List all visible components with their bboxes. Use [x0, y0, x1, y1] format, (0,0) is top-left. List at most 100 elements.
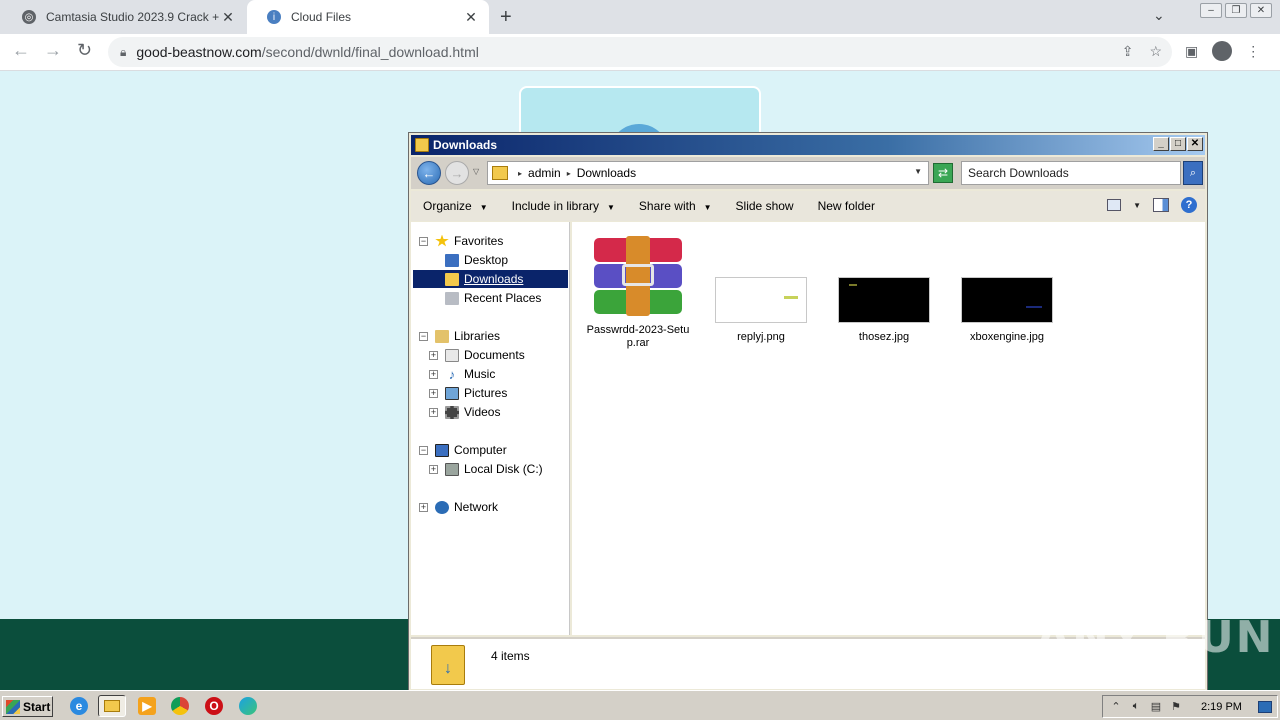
organize-menu[interactable]: Organize ▼ — [411, 199, 500, 213]
show-desktop-icon[interactable] — [1257, 700, 1272, 713]
nav-pictures[interactable]: + Pictures — [429, 384, 507, 402]
file-item[interactable]: Passwrdd-2023-Setup.rar — [583, 236, 693, 350]
include-in-library-menu[interactable]: Include in library ▼ — [500, 199, 627, 213]
nav-favorites[interactable]: − Favorites — [419, 232, 503, 250]
expand-icon[interactable]: + — [429, 464, 438, 474]
expand-icon[interactable]: + — [429, 350, 438, 360]
file-item[interactable]: xboxengine.jpg — [952, 277, 1062, 344]
action-center-flag-icon[interactable]: ⚑ — [1169, 700, 1183, 713]
expand-icon[interactable]: + — [429, 388, 438, 398]
explorer-titlebar[interactable]: Downloads _ □ ✕ — [411, 135, 1205, 155]
collapse-icon[interactable]: − — [419, 445, 428, 455]
nav-downloads[interactable]: Downloads — [413, 270, 568, 288]
change-view-icon[interactable] — [1107, 199, 1122, 211]
address-bar[interactable]: 🔒︎ good-beastnow.com/second/dwnld/final_… — [108, 37, 1172, 67]
file-item[interactable]: thosez.jpg — [829, 277, 939, 344]
slide-show-button[interactable]: Slide show — [724, 199, 806, 213]
browser-tab-strip: ◎ Camtasia Studio 2023.9 Crack + Ser ✕ i… — [0, 0, 1280, 34]
new-folder-button[interactable]: New folder — [806, 199, 887, 213]
reload-icon[interactable]: ↻ — [77, 40, 92, 61]
search-icon[interactable]: ⌕ — [1183, 161, 1203, 185]
forward-button[interactable]: → — [445, 161, 469, 185]
search-input[interactable]: Search Downloads — [961, 161, 1181, 185]
breadcrumb[interactable]: ▸ admin ▸ Downloads ▼ — [487, 161, 929, 185]
collapse-icon[interactable]: − — [419, 236, 428, 246]
nav-computer[interactable]: − Computer — [419, 441, 507, 459]
folder-icon — [415, 138, 429, 152]
media-player-icon[interactable]: ▶ — [138, 697, 156, 715]
explorer-taskbar-button[interactable] — [98, 695, 126, 717]
close-button[interactable]: ✕ — [1187, 137, 1203, 151]
nav-local-disk[interactable]: + Local Disk (C:) — [429, 460, 543, 478]
share-with-menu[interactable]: Share with ▼ — [627, 199, 724, 213]
downloads-folder-icon — [492, 166, 508, 180]
file-item[interactable]: replyj.png — [706, 277, 816, 344]
globe-icon: ◎ — [22, 10, 36, 24]
lock-icon[interactable]: 🔒︎ — [120, 45, 126, 60]
volume-icon[interactable]: 🔈︎ — [1129, 700, 1143, 713]
nav-label: Computer — [454, 443, 507, 457]
restore-button[interactable]: ❐ — [1225, 3, 1247, 18]
edge-icon[interactable] — [239, 697, 257, 715]
nav-documents[interactable]: + Documents — [429, 346, 525, 364]
chrome-icon[interactable] — [171, 697, 189, 715]
minimize-button[interactable]: – — [1200, 3, 1222, 18]
new-tab-button[interactable]: + — [500, 6, 512, 29]
bookmark-star-icon[interactable]: ☆ — [1149, 43, 1162, 60]
pictures-icon — [445, 386, 459, 400]
internet-explorer-icon[interactable]: e — [70, 697, 88, 715]
back-arrow-icon[interactable]: ← — [12, 40, 30, 61]
close-tab-icon[interactable]: ✕ — [220, 9, 236, 26]
side-panel-icon[interactable]: ▣ — [1185, 43, 1198, 61]
anyrun-watermark: ANY RUN — [1036, 612, 1275, 663]
tab-camtasia[interactable]: ◎ Camtasia Studio 2023.9 Crack + Ser ✕ — [2, 0, 246, 34]
clock[interactable]: 2:19 PM — [1201, 701, 1242, 713]
computer-icon — [435, 443, 449, 457]
start-button[interactable]: Start — [2, 696, 53, 717]
nav-desktop[interactable]: Desktop — [429, 251, 508, 269]
recent-pages-chevron-icon[interactable]: ▽ — [473, 167, 479, 176]
breadcrumb-downloads[interactable]: Downloads — [577, 166, 636, 180]
cmd-label: Include in library — [511, 199, 599, 213]
nav-label: Network — [454, 500, 499, 514]
nav-network[interactable]: + Network — [419, 498, 498, 516]
expand-icon[interactable]: + — [419, 502, 428, 512]
dropdown-arrow-icon: ▼ — [479, 203, 488, 212]
help-icon[interactable]: ? — [1181, 197, 1197, 213]
expand-icon[interactable]: + — [429, 407, 438, 417]
opera-icon[interactable]: O — [205, 697, 223, 715]
nav-label: Desktop — [464, 253, 509, 267]
url-path: /second/dwnld/final_download.html — [261, 44, 479, 60]
expand-icon[interactable]: + — [429, 369, 438, 379]
close-window-button[interactable]: ✕ — [1250, 3, 1272, 18]
close-tab-icon[interactable]: ✕ — [463, 9, 479, 26]
share-icon[interactable]: ⇪ — [1122, 43, 1134, 60]
minimize-button[interactable]: _ — [1153, 137, 1169, 151]
profile-avatar-icon[interactable] — [1212, 41, 1233, 61]
nav-recent-places[interactable]: Recent Places — [429, 289, 541, 307]
breadcrumb-admin[interactable]: admin — [528, 166, 561, 180]
nav-videos[interactable]: + Videos — [429, 403, 500, 421]
refresh-button[interactable]: ⇄ — [933, 163, 953, 183]
videos-icon — [445, 405, 459, 419]
tab-cloud-files[interactable]: i Cloud Files ✕ — [247, 0, 489, 34]
address-dropdown-icon[interactable]: ▼ — [914, 167, 922, 176]
collapse-icon[interactable]: − — [419, 331, 428, 341]
tab-search-chevron-icon[interactable]: ⌄ — [1153, 7, 1165, 24]
network-icon — [435, 500, 449, 514]
nav-libraries[interactable]: − Libraries — [419, 327, 500, 345]
nav-music[interactable]: + ♪ Music — [429, 365, 495, 383]
tab-title: Camtasia Studio 2023.9 Crack + Ser — [46, 10, 220, 24]
breadcrumb-separator-icon[interactable]: ▸ — [518, 169, 522, 178]
maximize-button[interactable]: □ — [1170, 137, 1186, 151]
url-text[interactable]: good-beastnow.com/second/dwnld/final_dow… — [136, 44, 478, 60]
show-hidden-icons-icon[interactable]: ⌃ — [1109, 700, 1123, 713]
menu-kebab-icon[interactable]: ⋮ — [1246, 43, 1260, 61]
breadcrumb-separator-icon[interactable]: ▸ — [567, 169, 571, 178]
preview-pane-icon[interactable] — [1153, 198, 1169, 212]
window-controls: – ❐ ✕ — [1200, 3, 1272, 18]
back-button[interactable]: ← — [417, 161, 441, 185]
network-status-icon[interactable]: ▤ — [1149, 700, 1163, 713]
forward-arrow-icon[interactable]: → — [44, 40, 62, 61]
view-dropdown-icon[interactable]: ▼ — [1133, 201, 1141, 210]
